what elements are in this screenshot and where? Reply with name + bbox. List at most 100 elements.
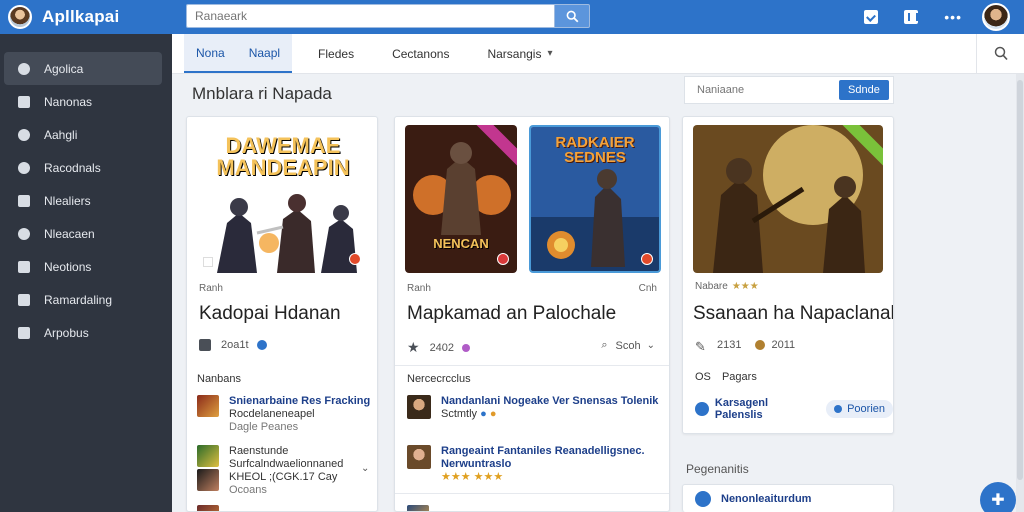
floating-action-button[interactable]: ✚ [980,482,1016,512]
stat-count: 2131 [717,339,742,351]
add-icon: ✚ [991,492,1005,509]
section-label: OS Pagars [695,371,757,383]
footer-link[interactable]: Karsagenl Palenslis [715,397,818,421]
star-icon[interactable]: ★ [407,339,420,356]
tab-label: Narsangis [487,46,542,61]
list-item[interactable]: Raenstunde Surfcalndwaelionnaned KHEOL ;… [197,445,369,497]
card-title[interactable]: Mapkamad an Palochale [407,303,616,325]
badge-icon [349,253,361,265]
card-title[interactable]: Kadopai Hdanan [199,303,341,325]
list-item[interactable]: Nandanlani Nogeake Ver Snensas Tolenik S… [407,395,658,421]
chat-icon [18,128,30,141]
divider [395,493,669,494]
card-meta-text: Nabare [695,281,728,292]
user-avatar[interactable] [982,3,1010,31]
play-icon [18,326,30,339]
list-item-subtitle: Surfcalndwaelionnaned [229,458,344,470]
profile-button[interactable] [976,34,1024,74]
tab-fledes[interactable]: Fledes [306,34,366,73]
game-cover-image[interactable]: NENCAN [405,125,517,273]
footer-row: Karsagenl Palenslis Poorien [695,397,893,421]
sidebar-item-label: Nleacaen [44,226,95,241]
sidebar-item-arpobus[interactable]: Arpobus [4,316,162,349]
sidebar-item-nlealiers[interactable]: Nlealiers [4,184,162,217]
thumbnail-image [197,395,219,417]
card-title[interactable]: Ssanaan ha Napaclanah [693,303,893,325]
tag-label: Poorien [847,403,885,415]
game-card[interactable]: Nabare ★★★ Ssanaan ha Napaclanah ✎ 2131 … [682,116,894,434]
card-meta: Ranh [407,283,431,294]
more-icon[interactable]: ••• [944,9,962,25]
tab-bar: Nona Naapl Fledes Cectanons Narsangis ▾ [172,34,1024,74]
corner-icon [203,257,213,267]
top-bar: Apllkapai ••• [0,0,1024,34]
tab-narsangis[interactable]: Narsangis ▾ [475,34,564,73]
list-item[interactable] [197,505,219,511]
top-icons: ••• [864,0,1024,34]
section-label: Pegenanitis [686,462,749,476]
thumbs-up-icon[interactable] [199,339,211,351]
search-button[interactable] [554,4,590,28]
sidebar-item-nanonas[interactable]: Nanonas [4,85,162,118]
main-content: Mnblara ri Napada Sdnde DAWEMAE MANDEAPI… [172,74,1024,512]
game-card[interactable]: DAWEMAE MANDEAPIN Ranh Kadopai Hdanan 2o… [186,116,378,512]
list-item[interactable]: Snienarbaine Res Fracking Rocdelaneneape… [197,395,370,434]
chevron-down-icon[interactable]: ⌄ [361,463,369,497]
list-item[interactable]: Rangeaint Fantaniles Reanadelligsnec. Ne… [407,445,645,484]
gamepad-icon [18,62,30,75]
mail-icon [18,260,30,273]
sidebar-item-label: Neotions [44,259,92,274]
sidebar-item-aahgli[interactable]: Aahgli [4,118,162,151]
tab-naapl[interactable]: Naapl [236,34,293,73]
coin-icon [755,340,766,350]
thumbs-up-icon[interactable]: ✎ [695,339,707,354]
tab-nona[interactable]: Nona [184,34,237,73]
sidebar-item-ramardaling[interactable]: Ramardaling [4,283,162,316]
thumbnail-image [197,505,219,511]
panel-icon[interactable] [904,10,919,24]
section-link[interactable]: Nenonleaiturdum [721,493,811,505]
like-count: 2oa1t [221,339,249,351]
tab-cectanons[interactable]: Cectanons [380,34,461,73]
card-stats-right[interactable]: ⌕ Scoh ⌄ [601,339,655,352]
check-icon [695,491,711,507]
sidebar-item-label: Nlealiers [44,193,91,208]
status-dot-icon [462,343,471,352]
medal-icon: ● [489,408,497,420]
page-title: Mnblara ri Napada [192,84,332,103]
sidebar-item-nleacaen[interactable]: Nleacaen [4,217,162,250]
avatar [407,445,431,469]
card-meta: Ranh [199,283,223,294]
game-cover-image[interactable]: RADKAIER SEDNES [529,125,661,273]
link-card[interactable]: Nenonleaiturdum [682,484,894,512]
stat-right: Scoh [615,339,641,352]
list-item-title: Nandanlani Nogeake Ver Snensas Tolenik [441,395,659,407]
warriors-illustration [217,194,357,273]
scrollbar[interactable] [1016,74,1024,512]
search-input[interactable] [186,4,554,28]
game-cover-image[interactable] [693,125,883,273]
status-badge[interactable]: Poorien [826,400,893,418]
content-search: Sdnde [684,76,894,104]
notifications-icon[interactable] [864,10,879,24]
divider [395,365,669,366]
avatar [407,395,431,419]
sidebar-item-label: Ramardaling [44,292,113,307]
sidebar-item-racodnals[interactable]: Racodnals [4,151,162,184]
list-item-meta: Dagle Peanes [229,421,299,433]
scroll-thumb[interactable] [1017,80,1023,480]
content-search-button[interactable]: Sdnde [839,80,889,100]
list-item[interactable] [407,505,429,511]
game-cover-image[interactable]: DAWEMAE MANDEAPIN [197,125,369,273]
sidebar-item-neotions[interactable]: Neotions [4,250,162,283]
sidebar-item-agolica[interactable]: Agolica [4,52,162,85]
content-search-input[interactable] [697,84,839,96]
knights-illustration [693,125,883,273]
sidebar-item-label: Agolica [44,61,84,76]
card-meta: Nabare ★★★ [695,281,759,292]
sidebar-item-label: Racodnals [44,160,101,175]
game-card[interactable]: NENCAN RADKAIER SEDNES Ranh Cnh Mapkamad… [394,116,670,512]
star-count: 2402 [429,341,455,354]
section-label: Nercecrcclus [407,373,471,385]
badge-icon [641,253,653,265]
